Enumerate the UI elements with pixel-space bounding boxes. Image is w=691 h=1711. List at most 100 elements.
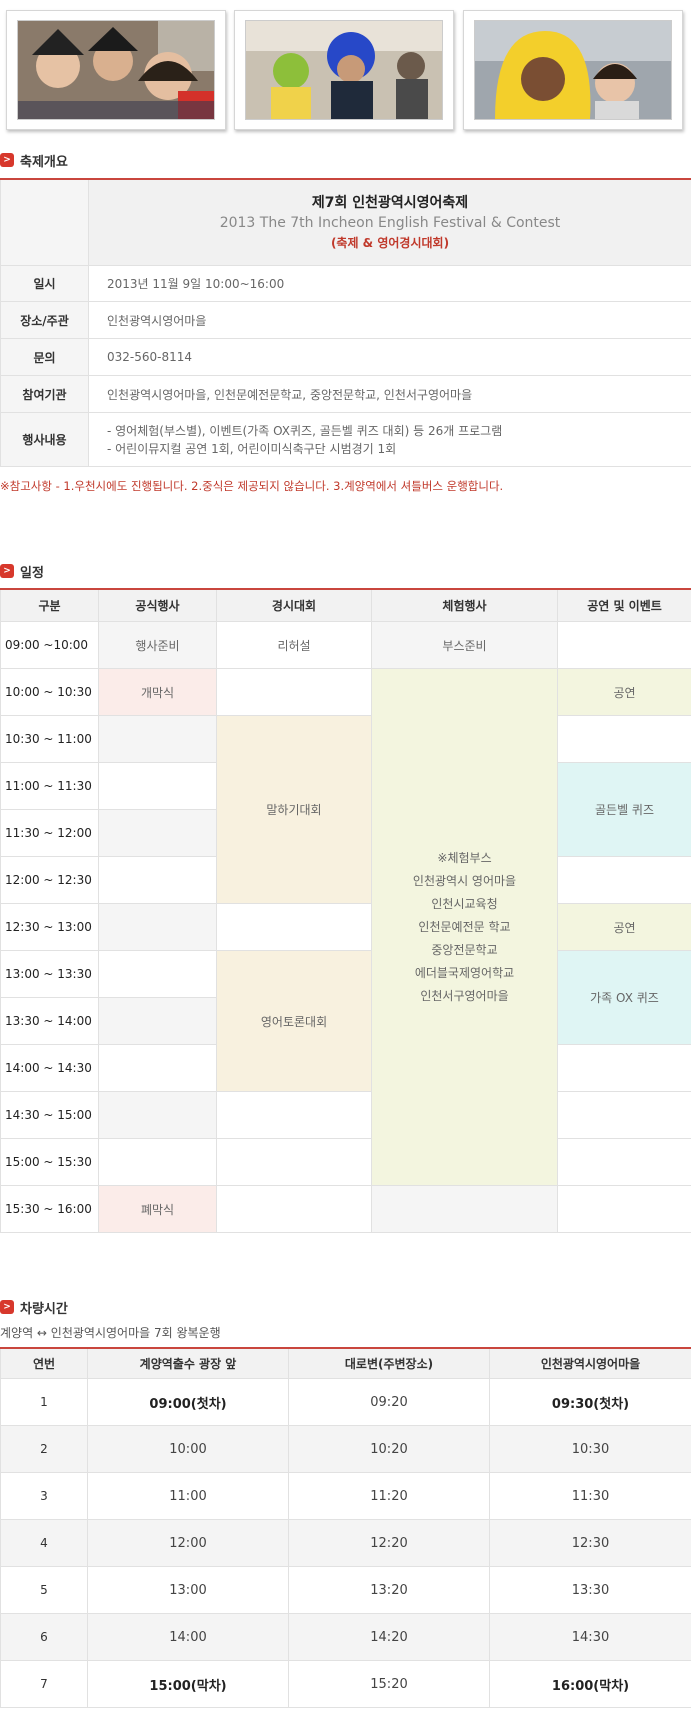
time-slot: 14:00 ~ 14:30	[0, 1044, 99, 1092]
time-slot: 11:00 ~ 11:30	[0, 762, 99, 810]
event-empty	[557, 621, 691, 669]
shuttle-number: 1	[0, 1378, 88, 1426]
event-empty	[216, 1091, 372, 1139]
time-slot: 10:30 ~ 11:00	[0, 715, 99, 763]
experience-line: 인천광역시 영어마을	[412, 873, 517, 888]
festival-subtitle-contest: (축제 & 영어경시대회)	[330, 235, 450, 250]
shuttle-row: 5 13:00 13:20 13:30	[0, 1566, 691, 1614]
time-slot: 15:30 ~ 16:00	[0, 1185, 99, 1233]
shuttle-time: 09:30(첫차)	[489, 1378, 691, 1426]
shuttle-header: 인천광역시영어마을	[489, 1347, 691, 1379]
overview-row: 장소/주관 인천광역시영어마을	[0, 301, 691, 339]
event-empty	[98, 950, 217, 998]
time-slot: 14:30 ~ 15:00	[0, 1091, 99, 1139]
schedule-row: 15:00 ~ 15:30	[0, 1138, 691, 1186]
section-title-overview: > 축제개요	[0, 151, 68, 170]
event-empty	[216, 903, 372, 951]
shuttle-row: 1 09:00(첫차) 09:20 09:30(첫차)	[0, 1378, 691, 1426]
shuttle-time: 13:00	[87, 1566, 289, 1614]
shuttle-route-note: 계양역 ↔ 인천광역시영어마을 7회 왕복운행	[0, 1326, 221, 1340]
event-performance: 공연	[557, 903, 691, 951]
photo-strip	[0, 10, 691, 132]
festival-photo-2	[234, 10, 454, 130]
section-title-text: 차량시간	[20, 1301, 68, 1317]
time-slot: 15:00 ~ 15:30	[0, 1138, 99, 1186]
schedule-row: 13:00 ~ 13:30 영어토론대회 가족 OX 퀴즈	[0, 950, 691, 1092]
event-empty	[557, 1044, 691, 1092]
time-slot: 11:30 ~ 12:00	[0, 809, 99, 857]
time-slot: 13:30 ~ 14:00	[0, 997, 99, 1045]
event-empty	[557, 856, 691, 904]
festival-photo-3	[463, 10, 683, 130]
festival-photo-1	[6, 10, 226, 130]
event-empty	[98, 1138, 217, 1186]
schedule-row: 14:30 ~ 15:00	[0, 1091, 691, 1139]
event-empty	[98, 1091, 217, 1139]
time-slot: 12:00 ~ 12:30	[0, 856, 99, 904]
event-prep: 행사준비	[98, 621, 217, 669]
shuttle-header: 계양역출수 광장 앞	[87, 1347, 289, 1379]
event-empty	[216, 1185, 372, 1233]
shuttle-number: 3	[0, 1472, 88, 1520]
overview-label: 문의	[0, 338, 89, 376]
schedule-header: 체험행사	[371, 588, 558, 622]
time-slot: 13:00 ~ 13:30	[0, 950, 99, 998]
shuttle-number: 7	[0, 1660, 88, 1708]
shuttle-time: 14:00	[87, 1613, 289, 1661]
shuttle-row: 6 14:00 14:20 14:30	[0, 1613, 691, 1661]
shuttle-time: 15:00(막차)	[87, 1660, 289, 1708]
overview-row: 참여기관 인천광역시영어마을, 인천문예전문학교, 중앙전문학교, 인천서구영어…	[0, 375, 691, 413]
schedule-row: 15:30 ~ 16:00 폐막식	[0, 1185, 691, 1233]
event-empty	[98, 715, 217, 763]
experience-line: 인천문예전문 학교	[418, 919, 511, 934]
event-closing: 폐막식	[98, 1185, 217, 1233]
experience-booths: ※체험부스 인천광역시 영어마을 인천시교육청 인천문예전문 학교 중앙전문학교…	[371, 668, 558, 1186]
schedule-table: 구분 공식행사 경시대회 체험행사 공연 및 이벤트 09:00 ~10:00 …	[0, 588, 691, 1233]
time-slot: 10:00 ~ 10:30	[0, 668, 99, 716]
schedule-header-row: 구분 공식행사 경시대회 체험행사 공연 및 이벤트	[0, 588, 691, 622]
event-empty	[557, 1185, 691, 1233]
shuttle-table: 연번 계양역출수 광장 앞 대로변(주변장소) 인천광역시영어마을 1 09:0…	[0, 1347, 691, 1708]
event-performance: 공연	[557, 668, 691, 716]
section-title-text: 축제개요	[20, 154, 68, 170]
experience-line: ※체험부스	[437, 850, 492, 865]
program-line-2: - 어린이뮤지컬 공연 1회, 어린이미식축구단 시범경기 1회	[107, 441, 397, 456]
experience-line: 인천서구영어마을	[420, 988, 509, 1003]
time-slot: 12:30 ~ 13:00	[0, 903, 99, 951]
overview-header-blank	[0, 178, 89, 266]
section-title-shuttle: > 차량시간	[0, 1298, 68, 1317]
overview-value: 032-560-8114	[88, 338, 691, 376]
event-goldenbell-quiz: 골든벨 퀴즈	[557, 762, 691, 857]
event-empty	[98, 903, 217, 951]
section-title-text: 일정	[20, 565, 44, 581]
event-family-ox-quiz: 가족 OX 퀴즈	[557, 950, 691, 1045]
event-empty	[98, 997, 217, 1045]
shuttle-time: 10:30	[489, 1425, 691, 1473]
shuttle-time: 13:20	[288, 1566, 490, 1614]
notice-text: ※참고사항 - 1.우천시에도 진행됩니다. 2.중식은 제공되지 않습니다. …	[0, 479, 504, 493]
shuttle-number: 4	[0, 1519, 88, 1567]
schedule-header: 공식행사	[98, 588, 217, 622]
event-booth-prep: 부스준비	[371, 621, 558, 669]
shuttle-time: 11:00	[87, 1472, 289, 1520]
schedule-row: 12:30 ~ 13:00 공연	[0, 903, 691, 951]
shuttle-time: 09:00(첫차)	[87, 1378, 289, 1426]
shuttle-time: 12:20	[288, 1519, 490, 1567]
overview-value: 2013년 11월 9일 10:00~16:00	[88, 265, 691, 302]
overview-header-row: 제7회 인천광역시영어축제 2013 The 7th Incheon Engli…	[0, 178, 691, 266]
shuttle-time: 16:00(막차)	[489, 1660, 691, 1708]
event-speech-contest: 말하기대회	[216, 715, 372, 904]
festival-title-cell: 제7회 인천광역시영어축제 2013 The 7th Incheon Engli…	[88, 178, 691, 266]
event-empty	[557, 715, 691, 763]
schedule-row: 09:00 ~10:00 행사준비 리허설 부스준비	[0, 621, 691, 669]
event-empty	[557, 1091, 691, 1139]
shuttle-time: 11:30	[489, 1472, 691, 1520]
overview-value: - 영어체험(부스별), 이벤트(가족 OX퀴즈, 골든벨 퀴즈 대회) 등 2…	[88, 412, 691, 467]
schedule-row: 10:30 ~ 11:00 말하기대회	[0, 715, 691, 904]
event-empty	[216, 668, 372, 716]
overview-label: 장소/주관	[0, 301, 89, 339]
shuttle-time: 14:20	[288, 1613, 490, 1661]
event-opening: 개막식	[98, 668, 217, 716]
arrow-bullet-icon: >	[0, 1300, 14, 1314]
shuttle-time: 13:30	[489, 1566, 691, 1614]
